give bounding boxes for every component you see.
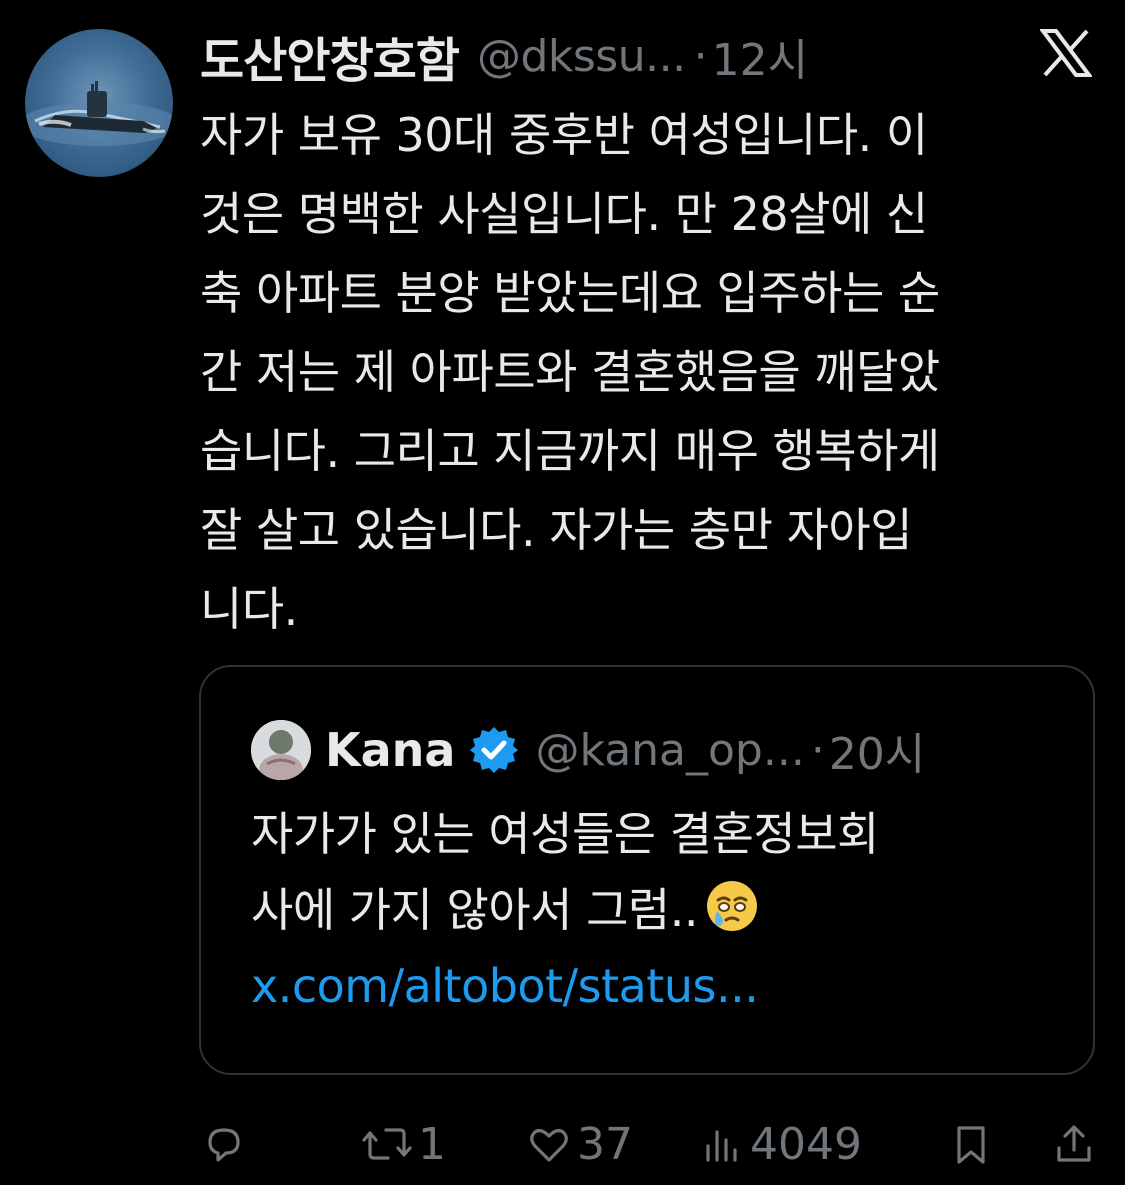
view-count: 4049 <box>750 1118 862 1170</box>
like-button[interactable]: 37 <box>525 1112 633 1176</box>
quoted-tweet-card[interactable]: Kana @kana_op... · 20시 자가가 있는 여성들은 결혼정보회… <box>199 665 1095 1075</box>
tweet-timestamp[interactable]: 12시 <box>712 24 808 88</box>
reply-button[interactable] <box>200 1112 252 1176</box>
verified-badge-icon <box>470 727 519 773</box>
bookmark-icon <box>957 1126 985 1164</box>
tweet-text: 자가 보유 30대 중후반 여성입니다. 이 것은 명백한 사실입니다. 만 2… <box>200 108 940 636</box>
quoted-author-avatar[interactable] <box>251 720 311 780</box>
repost-icon <box>362 1128 412 1160</box>
repost-button[interactable]: 1 <box>360 1112 446 1176</box>
author-avatar[interactable] <box>25 29 173 177</box>
quoted-tweet-timestamp[interactable]: 20시 <box>829 718 925 782</box>
repost-count: 1 <box>418 1118 446 1170</box>
author-handle[interactable]: @dkssu... <box>477 31 686 82</box>
header-separator: · <box>693 30 708 82</box>
share-icon <box>1057 1125 1091 1162</box>
quoted-text-line: 자가가 있는 여성들은 결혼정보회 <box>251 807 879 861</box>
tweet-header: 도산안창호함 @dkssu... · 12시 <box>200 22 808 90</box>
submarine-image <box>25 81 173 146</box>
analytics-bar-icon <box>706 1130 737 1162</box>
reply-icon <box>208 1128 240 1162</box>
x-logo-icon[interactable] <box>1039 29 1093 77</box>
author-display-name[interactable]: 도산안창호함 <box>200 21 460 91</box>
quoted-header-separator: · <box>810 724 825 776</box>
share-button[interactable] <box>1050 1112 1098 1176</box>
quoted-author-handle[interactable]: @kana_op... <box>535 725 804 776</box>
tweet-action-bar: 1 37 4049 <box>200 1112 1100 1176</box>
quoted-tweet-header: Kana @kana_op... · 20시 <box>251 717 925 783</box>
heart-icon <box>530 1129 568 1162</box>
bookmark-button[interactable] <box>947 1112 995 1176</box>
like-count: 37 <box>577 1118 633 1170</box>
quoted-author-display-name[interactable]: Kana <box>325 723 455 777</box>
quoted-tweet-link[interactable]: x.com/altobot/status... <box>251 948 1071 1024</box>
quoted-text-line: 사에 가지 않아서 그럼.. <box>251 883 699 937</box>
quoted-tweet-text: 자가가 있는 여성들은 결혼정보회 사에 가지 않아서 그럼.. x.com/a… <box>251 796 1071 1024</box>
face-holding-back-tears-icon <box>707 881 757 931</box>
quoted-text-line-with-emoji: 사에 가지 않아서 그럼.. <box>251 872 1071 948</box>
views-button[interactable]: 4049 <box>698 1112 862 1176</box>
